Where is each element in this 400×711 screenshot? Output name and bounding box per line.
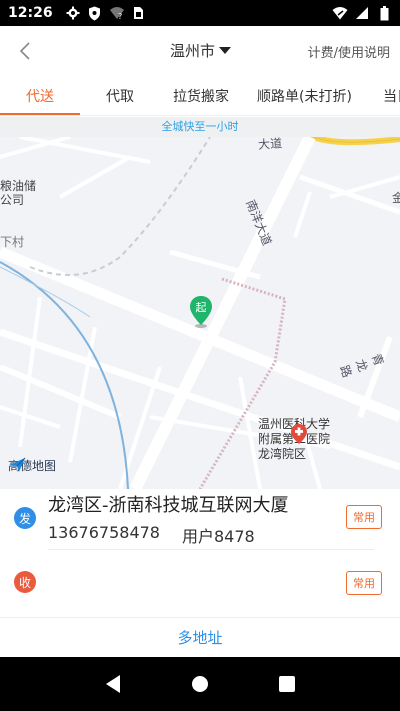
app-screen: 12:26 ? 温州市 计费/使用说明 代送 代取 拉货搬家 顺路单(未打折) … — [0, 0, 400, 711]
start-marker-label: 起 — [195, 301, 207, 314]
nav-back-button[interactable] — [101, 672, 125, 696]
tab-moving[interactable]: 拉货搬家 — [173, 86, 229, 106]
battery-icon — [376, 5, 392, 21]
chevron-left-icon — [19, 42, 30, 60]
receiver-common-address-button[interactable]: 常用 — [346, 571, 382, 595]
multi-address-button[interactable]: 多地址 — [0, 627, 400, 648]
sender-phone: 13676758478 — [48, 523, 160, 542]
signal-icon — [354, 5, 370, 21]
road-label-avenue: 大道 — [257, 136, 283, 152]
status-time: 12:26 — [8, 5, 53, 21]
pricing-help-link[interactable]: 计费/使用说明 — [308, 42, 390, 61]
address-panel: 发 龙湾区-浙南科技城互联网大厦 13676758478 用户8478 常用 收… — [0, 489, 400, 657]
city-label: 温州市 — [170, 42, 216, 60]
gear-icon — [65, 5, 81, 21]
hospital-icon[interactable] — [290, 423, 308, 445]
amap-arrow-icon — [9, 457, 26, 472]
sender-contact: 13676758478 用户8478 — [48, 523, 255, 547]
sender-name: 用户8478 — [181, 527, 255, 546]
sender-address[interactable]: 龙湾区-浙南科技城互联网大厦 — [48, 491, 289, 517]
nav-recents-button[interactable] — [275, 672, 299, 696]
home-circle-icon — [191, 676, 208, 692]
map-edge-label: 金 — [392, 191, 400, 205]
start-location-marker[interactable]: 起 — [189, 295, 213, 329]
caret-down-icon — [219, 47, 232, 54]
poi-label-grain: 粮油储 公司 — [0, 179, 37, 207]
sender-common-address-button[interactable]: 常用 — [346, 505, 382, 529]
back-button[interactable] — [12, 38, 38, 64]
sender-row[interactable]: 发 龙湾区-浙南科技城互联网大厦 13676758478 用户8478 常用 — [0, 489, 400, 551]
tab-along-route[interactable]: 顺路单(未打折) — [257, 86, 352, 106]
wifi-off-icon: ? — [109, 5, 125, 21]
amap-logo: 高德地图 — [8, 457, 56, 474]
service-tabs: 代送 代取 拉货搬家 顺路单(未打折) 当日 — [0, 76, 400, 116]
tab-delivery[interactable]: 代送 — [26, 86, 54, 106]
receiver-row[interactable]: 收 常用 — [0, 555, 400, 609]
sim-card-icon — [131, 5, 147, 21]
triangle-back-icon — [106, 675, 121, 693]
wifi-icon — [332, 5, 348, 21]
status-bar: 12:26 ? — [0, 0, 400, 26]
svg-text:?: ? — [118, 12, 122, 20]
system-nav-bar — [0, 657, 400, 711]
top-nav: 温州市 计费/使用说明 — [0, 26, 400, 76]
tab-same-day[interactable]: 当日 — [383, 86, 400, 106]
nav-home-button[interactable] — [188, 672, 212, 696]
map-view[interactable]: 全城快至一小时 南洋大道 大道 粮油储 公司 下村 青龙路 温州医科大学 附属第… — [0, 117, 400, 489]
receiver-badge: 收 — [14, 571, 36, 593]
recents-square-icon — [278, 676, 295, 692]
row-divider — [48, 549, 374, 550]
tab-pickup[interactable]: 代取 — [106, 86, 134, 106]
city-selector[interactable]: 温州市 — [170, 40, 232, 61]
active-tab-indicator — [0, 113, 80, 115]
panel-divider — [0, 617, 400, 618]
map-banner: 全城快至一小时 — [0, 117, 400, 137]
sender-badge: 发 — [14, 507, 36, 529]
village-label: 下村 — [0, 235, 25, 249]
shield-icon — [87, 5, 103, 21]
